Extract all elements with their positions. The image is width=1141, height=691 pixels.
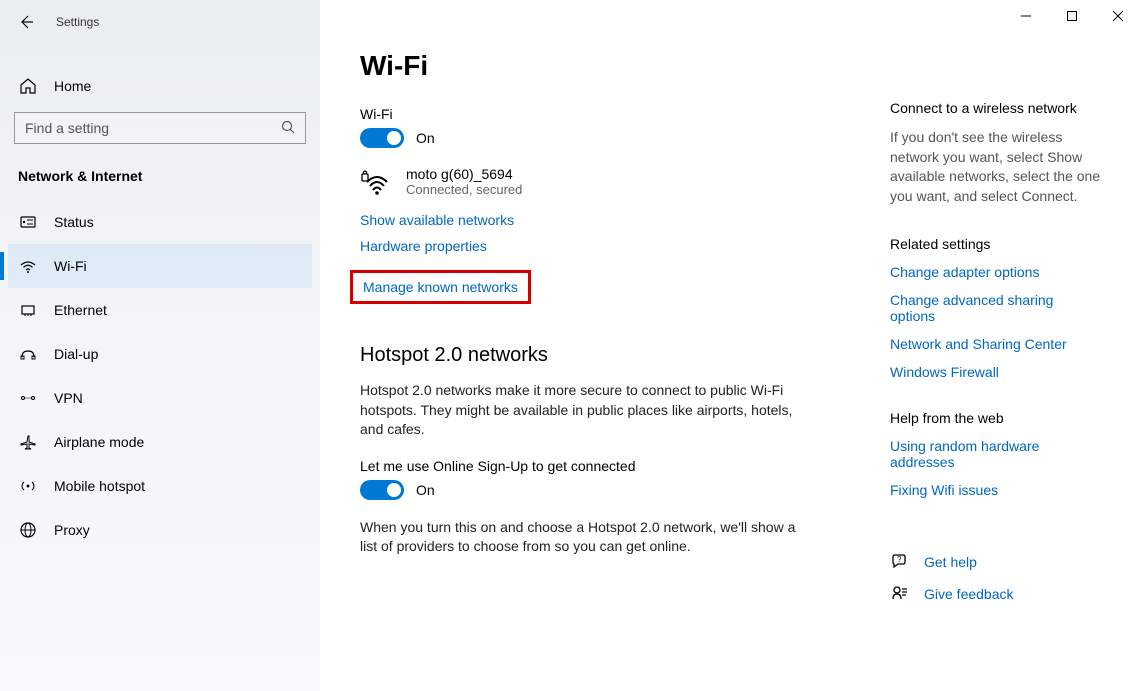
link-give-feedback[interactable]: Give feedback <box>924 586 1014 602</box>
sidebar-item-wifi[interactable]: Wi-Fi <box>8 244 312 288</box>
wifi-toggle-row: On <box>360 128 840 148</box>
dialup-icon <box>18 344 38 364</box>
hotspot-footer: When you turn this on and choose a Hotsp… <box>360 518 800 557</box>
hotspot-toggle[interactable] <box>360 480 404 500</box>
wifi-icon <box>18 256 38 276</box>
sidebar-item-vpn[interactable]: VPN <box>8 376 312 420</box>
search-icon <box>281 120 297 136</box>
sidebar-nav: Status Wi-Fi Ethernet Dial-up VPN Airpla… <box>8 200 312 552</box>
sidebar-home[interactable]: Home <box>8 68 312 104</box>
main-area: Wi-Fi Wi-Fi On moto g(60)_5694 Connected… <box>320 0 1141 691</box>
aside-connect-heading: Connect to a wireless network <box>890 100 1101 116</box>
hotspot-heading: Hotspot 2.0 networks <box>360 344 840 367</box>
status-icon <box>18 212 38 232</box>
connected-network[interactable]: moto g(60)_5694 Connected, secured <box>360 166 840 198</box>
aside-help-heading: Help from the web <box>890 410 1101 426</box>
ethernet-icon <box>18 300 38 320</box>
aside-connect-desc: If you don't see the wireless network yo… <box>890 128 1101 206</box>
aside-column: Connect to a wireless network If you don… <box>840 0 1101 691</box>
help-icon: ? <box>890 552 910 572</box>
link-hardware-properties[interactable]: Hardware properties <box>360 238 840 254</box>
sidebar-category: Network & Internet <box>8 152 312 192</box>
sidebar-item-airplane[interactable]: Airplane mode <box>8 420 312 464</box>
hotspot-toggle-row: On <box>360 480 840 500</box>
sidebar-item-label: Dial-up <box>54 346 98 362</box>
airplane-icon <box>18 432 38 452</box>
vpn-icon <box>18 388 38 408</box>
sidebar-item-label: Proxy <box>54 522 90 538</box>
link-network-sharing-center[interactable]: Network and Sharing Center <box>890 336 1101 352</box>
highlighted-selection: Manage known networks <box>350 270 531 304</box>
network-status: Connected, secured <box>406 182 522 197</box>
maximize-button[interactable] <box>1049 0 1095 32</box>
sidebar-item-label: Status <box>54 214 94 230</box>
sidebar-item-label: Ethernet <box>54 302 107 318</box>
proxy-icon <box>18 520 38 540</box>
home-icon <box>18 76 38 96</box>
get-help-row[interactable]: ? Get help <box>890 552 1101 572</box>
page-title: Wi-Fi <box>360 50 840 82</box>
sidebar-item-status[interactable]: Status <box>8 200 312 244</box>
network-name: moto g(60)_5694 <box>406 166 522 182</box>
wifi-toggle[interactable] <box>360 128 404 148</box>
aside-related-heading: Related settings <box>890 236 1101 252</box>
search-input[interactable] <box>23 119 281 137</box>
sidebar-item-proxy[interactable]: Proxy <box>8 508 312 552</box>
svg-text:?: ? <box>897 555 902 564</box>
sidebar-item-label: VPN <box>54 390 83 406</box>
search-box[interactable] <box>14 112 306 144</box>
link-manage-known-networks[interactable]: Manage known networks <box>363 279 518 295</box>
feedback-icon <box>890 584 910 604</box>
sidebar-item-dialup[interactable]: Dial-up <box>8 332 312 376</box>
link-windows-firewall[interactable]: Windows Firewall <box>890 364 1101 380</box>
sidebar-item-hotspot[interactable]: Mobile hotspot <box>8 464 312 508</box>
link-change-advanced-sharing[interactable]: Change advanced sharing options <box>890 292 1101 324</box>
wifi-toggle-state: On <box>416 130 435 146</box>
wifi-section-label: Wi-Fi <box>360 106 840 122</box>
link-change-adapter-options[interactable]: Change adapter options <box>890 264 1101 280</box>
link-random-hw-addresses[interactable]: Using random hardware addresses <box>890 438 1101 470</box>
sidebar-home-label: Home <box>54 78 91 94</box>
link-get-help[interactable]: Get help <box>924 554 977 570</box>
give-feedback-row[interactable]: Give feedback <box>890 584 1101 604</box>
hotspot-description: Hotspot 2.0 networks make it more secure… <box>360 381 800 440</box>
wifi-secure-icon <box>360 166 392 198</box>
hotspot-icon <box>18 476 38 496</box>
hotspot-toggle-label: Let me use Online Sign-Up to get connect… <box>360 458 840 474</box>
back-icon[interactable] <box>16 12 36 32</box>
hotspot-toggle-state: On <box>416 482 435 498</box>
link-show-available-networks[interactable]: Show available networks <box>360 212 840 228</box>
sidebar-item-label: Airplane mode <box>54 434 144 450</box>
minimize-button[interactable] <box>1003 0 1049 32</box>
titlebar-left: Settings <box>8 0 312 44</box>
window-controls <box>1003 0 1141 32</box>
close-button[interactable] <box>1095 0 1141 32</box>
sidebar-item-ethernet[interactable]: Ethernet <box>8 288 312 332</box>
sidebar: Settings Home Network & Internet Status … <box>0 0 320 691</box>
link-fixing-wifi-issues[interactable]: Fixing Wifi issues <box>890 482 1101 498</box>
content-column: Wi-Fi Wi-Fi On moto g(60)_5694 Connected… <box>360 0 840 691</box>
sidebar-item-label: Wi-Fi <box>54 258 87 274</box>
sidebar-item-label: Mobile hotspot <box>54 478 145 494</box>
app-title: Settings <box>56 15 99 29</box>
